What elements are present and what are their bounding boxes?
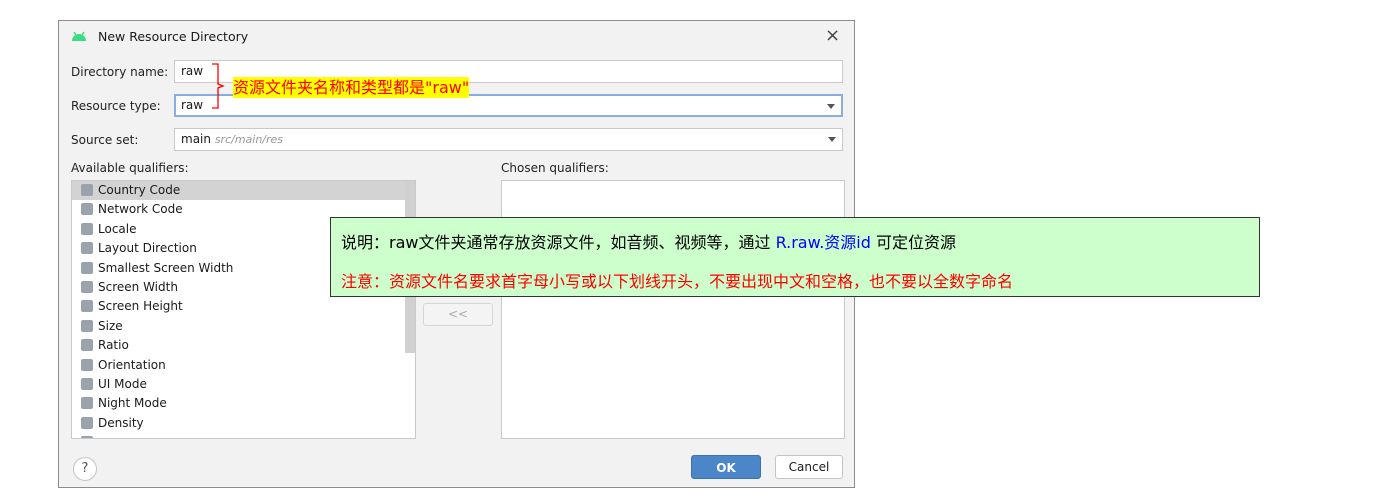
dialog-title: New Resource Directory xyxy=(98,29,249,44)
source-set-value: main xyxy=(181,132,211,146)
qualifier-label: UI Mode xyxy=(98,376,147,391)
night-mode-icon xyxy=(81,397,93,410)
qualifier-label: Locale xyxy=(98,221,137,236)
qualifier-label: Screen Height xyxy=(98,299,183,314)
qualifier-item[interactable]: UI Mode xyxy=(72,375,415,394)
list-item-partial[interactable] xyxy=(72,433,415,438)
available-qualifiers-label: Available qualifiers: xyxy=(71,161,189,175)
close-button[interactable]: × xyxy=(825,25,840,46)
ui-mode-icon xyxy=(81,377,93,390)
cancel-button[interactable]: Cancel xyxy=(775,455,843,479)
resource-type-value: raw xyxy=(181,98,204,112)
qualifier-label: Network Code xyxy=(98,202,183,217)
chosen-qualifiers-label: Chosen qualifiers: xyxy=(501,161,609,175)
qualifier-label: Size xyxy=(98,318,123,333)
globe-icon xyxy=(81,222,93,235)
android-icon xyxy=(72,31,86,41)
qualifier-item[interactable]: Size xyxy=(72,317,415,336)
sim-card-icon xyxy=(81,184,93,196)
qualifier-label: Night Mode xyxy=(98,396,167,411)
bracket-annotation xyxy=(212,63,225,109)
orientation-icon xyxy=(81,358,93,371)
qualifier-item[interactable]: Night Mode xyxy=(72,394,415,413)
qualifier-label: Country Code xyxy=(98,183,181,197)
qualifier-label: Layout Direction xyxy=(98,241,197,256)
qualifier-label: Screen Width xyxy=(98,279,178,294)
screen-width-icon xyxy=(81,280,93,293)
layout-direction-icon xyxy=(81,242,93,255)
qualifier-item[interactable]: Country Code xyxy=(72,181,415,201)
note-line-1-prefix: 说明：raw文件夹通常存放资源文件，如音频、视频等，通过 xyxy=(341,233,776,252)
note-code-reference: R.raw.资源id xyxy=(775,233,871,252)
note-line-2: 注意：资源文件名要求首字母小写或以下划线开头，不要出现中文和空格，也不要以全数字… xyxy=(341,272,1014,291)
qualifier-label: Orientation xyxy=(98,357,166,372)
remove-qualifier-button[interactable]: << xyxy=(423,303,493,326)
smallest-width-icon xyxy=(81,261,93,274)
note-line-1: 说明：raw文件夹通常存放资源文件，如音频、视频等，通过 R.raw.资源id … xyxy=(341,229,956,253)
resource-type-label: Resource type: xyxy=(71,99,161,113)
note-line-1-suffix: 可定位资源 xyxy=(870,233,956,252)
source-set-select[interactable]: main src/main/res xyxy=(174,128,843,151)
help-button[interactable]: ? xyxy=(73,457,97,481)
qualifier-item[interactable]: Density xyxy=(72,414,415,433)
screen-height-icon xyxy=(81,300,93,313)
annotation-label: 资源文件夹名称和类型都是"raw" xyxy=(233,77,470,98)
qualifier-label: Smallest Screen Width xyxy=(98,260,234,275)
qualifier-icon xyxy=(81,436,93,438)
qualifier-label: Ratio xyxy=(98,338,129,353)
chevron-down-icon xyxy=(828,137,836,142)
ratio-icon xyxy=(81,339,93,352)
ok-button[interactable]: OK xyxy=(691,455,761,479)
qualifier-item[interactable]: Ratio xyxy=(72,336,415,355)
note-box: 说明：raw文件夹通常存放资源文件，如音频、视频等，通过 R.raw.资源id … xyxy=(330,217,1260,297)
chevron-down-icon xyxy=(827,104,835,109)
qualifier-label: Density xyxy=(98,415,144,430)
sim-network-icon xyxy=(81,203,93,216)
qualifier-item[interactable]: Screen Height xyxy=(72,297,415,316)
size-icon xyxy=(81,319,93,332)
source-set-path: src/main/res xyxy=(214,133,284,146)
qualifier-item[interactable]: Orientation xyxy=(72,356,415,375)
directory-name-label: Directory name: xyxy=(71,65,169,79)
source-set-label: Source set: xyxy=(71,133,139,147)
density-icon xyxy=(81,416,93,429)
